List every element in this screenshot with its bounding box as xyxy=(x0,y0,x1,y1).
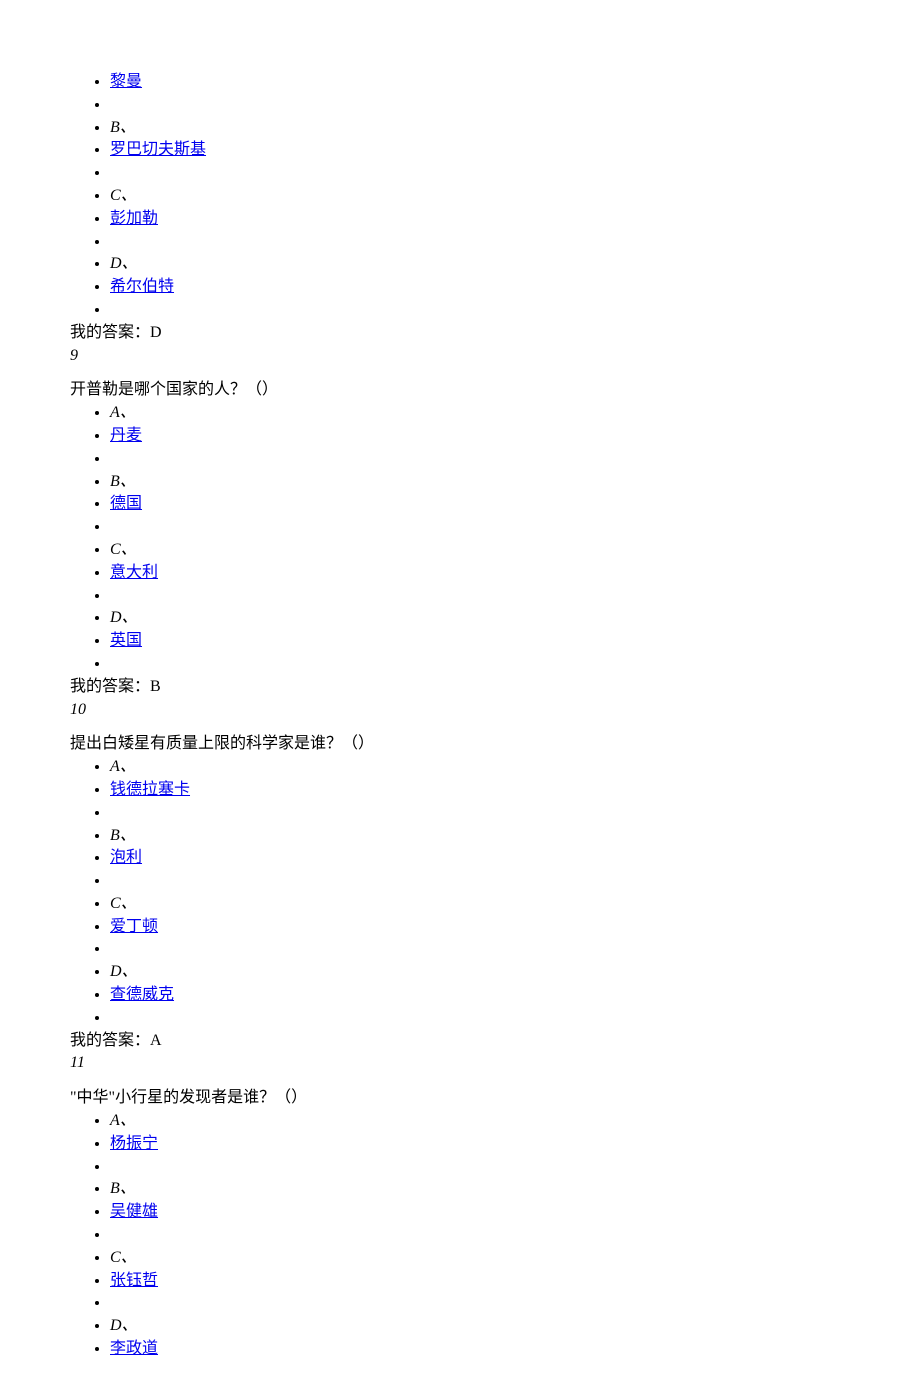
option-b-link[interactable]: 德国 xyxy=(110,495,142,512)
option-b-link[interactable]: 泡利 xyxy=(110,849,142,866)
option-a-link[interactable]: 杨振宁 xyxy=(110,1135,158,1152)
option-label-b: B、 xyxy=(110,827,136,844)
blank-row xyxy=(110,1008,850,1029)
blank-row xyxy=(110,586,850,607)
answer-line-q9: 我的答案：B xyxy=(70,677,850,698)
option-label-b: B、 xyxy=(110,1180,136,1197)
question-number: 10 xyxy=(70,700,850,721)
option-d-link[interactable]: 查德威克 xyxy=(110,986,174,1003)
option-label-d: D、 xyxy=(110,609,138,626)
option-label-c: C、 xyxy=(110,187,137,204)
blank-row xyxy=(110,803,850,824)
option-label-c: C、 xyxy=(110,541,137,558)
option-list-q9: A、 丹麦 B、 德国 C、 意大利 D、 英国 xyxy=(70,403,850,675)
option-d-link[interactable]: 李政道 xyxy=(110,1340,158,1357)
question-prompt: 提出白矮星有质量上限的科学家是谁？（） xyxy=(70,734,850,755)
blank-row xyxy=(110,449,850,470)
answer-line-q8: 我的答案：D xyxy=(70,323,850,344)
answer-line-q10: 我的答案：A xyxy=(70,1031,850,1052)
option-list-q11: A、 杨振宁 B、 吴健雄 C、 张钰哲 D、 李政道 xyxy=(70,1111,850,1360)
option-list-q10: A、 钱德拉塞卡 B、 泡利 C、 爱丁顿 D、 查德威克 xyxy=(70,757,850,1029)
option-b-link[interactable]: 罗巴切夫斯基 xyxy=(110,141,206,158)
option-label-a: A、 xyxy=(110,404,136,421)
blank-row xyxy=(110,95,850,116)
option-label-c: C、 xyxy=(110,895,137,912)
blank-row xyxy=(110,871,850,892)
option-a-link[interactable]: 钱德拉塞卡 xyxy=(110,781,190,798)
question-number: 11 xyxy=(70,1053,850,1074)
option-c-link[interactable]: 爱丁顿 xyxy=(110,918,158,935)
question-prompt: 开普勒是哪个国家的人？（） xyxy=(70,380,850,401)
option-d-link[interactable]: 英国 xyxy=(110,632,142,649)
option-c-link[interactable]: 张钰哲 xyxy=(110,1272,158,1289)
blank-row xyxy=(110,1157,850,1178)
question-number: 9 xyxy=(70,346,850,367)
option-a-link[interactable]: 丹麦 xyxy=(110,427,142,444)
blank-row xyxy=(110,517,850,538)
option-label-a: A、 xyxy=(110,1112,136,1129)
blank-row xyxy=(110,300,850,321)
option-list-q8: 黎曼 B、 罗巴切夫斯基 C、 彭加勒 D、 希尔伯特 xyxy=(70,72,850,321)
option-a-link[interactable]: 黎曼 xyxy=(110,73,142,90)
blank-row xyxy=(110,654,850,675)
option-label-d: D、 xyxy=(110,963,138,980)
blank-row xyxy=(110,232,850,253)
option-c-link[interactable]: 意大利 xyxy=(110,564,158,581)
option-label-d: D、 xyxy=(110,255,138,272)
option-b-link[interactable]: 吴健雄 xyxy=(110,1203,158,1220)
blank-row xyxy=(110,1225,850,1246)
option-c-link[interactable]: 彭加勒 xyxy=(110,210,158,227)
blank-row xyxy=(110,1293,850,1314)
question-prompt: "中华"小行星的发现者是谁？（） xyxy=(70,1088,850,1109)
option-d-link[interactable]: 希尔伯特 xyxy=(110,278,174,295)
blank-row xyxy=(110,163,850,184)
option-label-c: C、 xyxy=(110,1249,137,1266)
option-label-a: A、 xyxy=(110,758,136,775)
option-label-b: B、 xyxy=(110,119,136,136)
option-label-b: B、 xyxy=(110,473,136,490)
blank-row xyxy=(110,939,850,960)
option-label-d: D、 xyxy=(110,1317,138,1334)
